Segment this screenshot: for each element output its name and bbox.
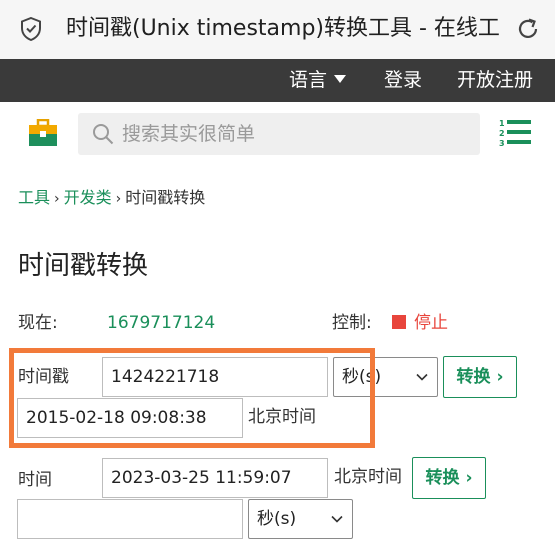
timezone-label: 北京时间 — [334, 467, 402, 487]
timestamp-output[interactable] — [17, 499, 243, 539]
breadcrumb-separator: › — [54, 191, 60, 207]
register-link[interactable]: 开放注册 — [457, 59, 533, 102]
svg-text:3: 3 — [499, 139, 505, 148]
numbered-list-icon[interactable]: 1 2 3 — [499, 118, 531, 148]
breadcrumb-separator: › — [115, 191, 122, 207]
chevron-down-icon — [416, 373, 428, 381]
language-label: 语言 — [289, 69, 328, 91]
time-convert-button[interactable]: 转换 › — [412, 457, 486, 499]
timestamp-label: 时间戳 — [18, 367, 69, 387]
timestamp-input[interactable]: 1424221718 — [102, 357, 328, 397]
time-unit-value: 秒(s) — [257, 509, 297, 529]
language-menu[interactable]: 语言 — [289, 59, 347, 102]
timestamp-unit-select[interactable]: 秒(s) — [333, 357, 438, 397]
browser-page-title: 时间戳(Unix timestamp)转换工具 - 在线工 — [66, 16, 500, 41]
time-unit-select[interactable]: 秒(s) — [248, 499, 353, 539]
breadcrumb-current: 时间戳转换 — [125, 188, 206, 207]
svg-text:2: 2 — [499, 129, 505, 138]
control-label: 控制: — [332, 313, 372, 333]
breadcrumb-link-dev[interactable]: 开发类 — [64, 188, 112, 207]
date-output[interactable]: 2015-02-18 09:08:38 — [17, 398, 243, 438]
time-label: 时间 — [18, 470, 52, 490]
login-link[interactable]: 登录 — [384, 59, 422, 102]
site-header: 1 2 3 — [0, 102, 555, 164]
page-title: 时间戳转换 — [18, 251, 149, 281]
stop-icon[interactable] — [392, 315, 406, 329]
caret-down-icon — [334, 75, 347, 83]
search-box[interactable] — [78, 113, 480, 155]
reload-icon[interactable] — [515, 16, 541, 42]
timezone-label: 北京时间 — [248, 407, 316, 427]
breadcrumb: 工具 › 开发类 › 时间戳转换 — [18, 186, 205, 211]
time-input[interactable]: 2023-03-25 11:59:07 — [102, 458, 328, 498]
search-icon[interactable] — [92, 123, 114, 145]
top-navigation: 语言 登录 开放注册 — [0, 59, 555, 102]
timestamp-convert-button[interactable]: 转换 › — [443, 356, 517, 398]
browser-tab-bar: 时间戳(Unix timestamp)转换工具 - 在线工 — [0, 0, 555, 59]
svg-text:1: 1 — [499, 119, 505, 128]
toolbox-icon[interactable] — [28, 119, 58, 147]
stop-button[interactable]: 停止 — [414, 310, 448, 336]
timestamp-unit-value: 秒(s) — [342, 367, 382, 387]
search-input[interactable] — [122, 113, 462, 155]
current-timestamp: 1679717124 — [107, 313, 216, 333]
shield-icon[interactable] — [20, 17, 42, 41]
breadcrumb-link-tools[interactable]: 工具 — [18, 188, 50, 207]
now-label: 现在: — [18, 313, 58, 333]
chevron-down-icon — [331, 515, 343, 523]
